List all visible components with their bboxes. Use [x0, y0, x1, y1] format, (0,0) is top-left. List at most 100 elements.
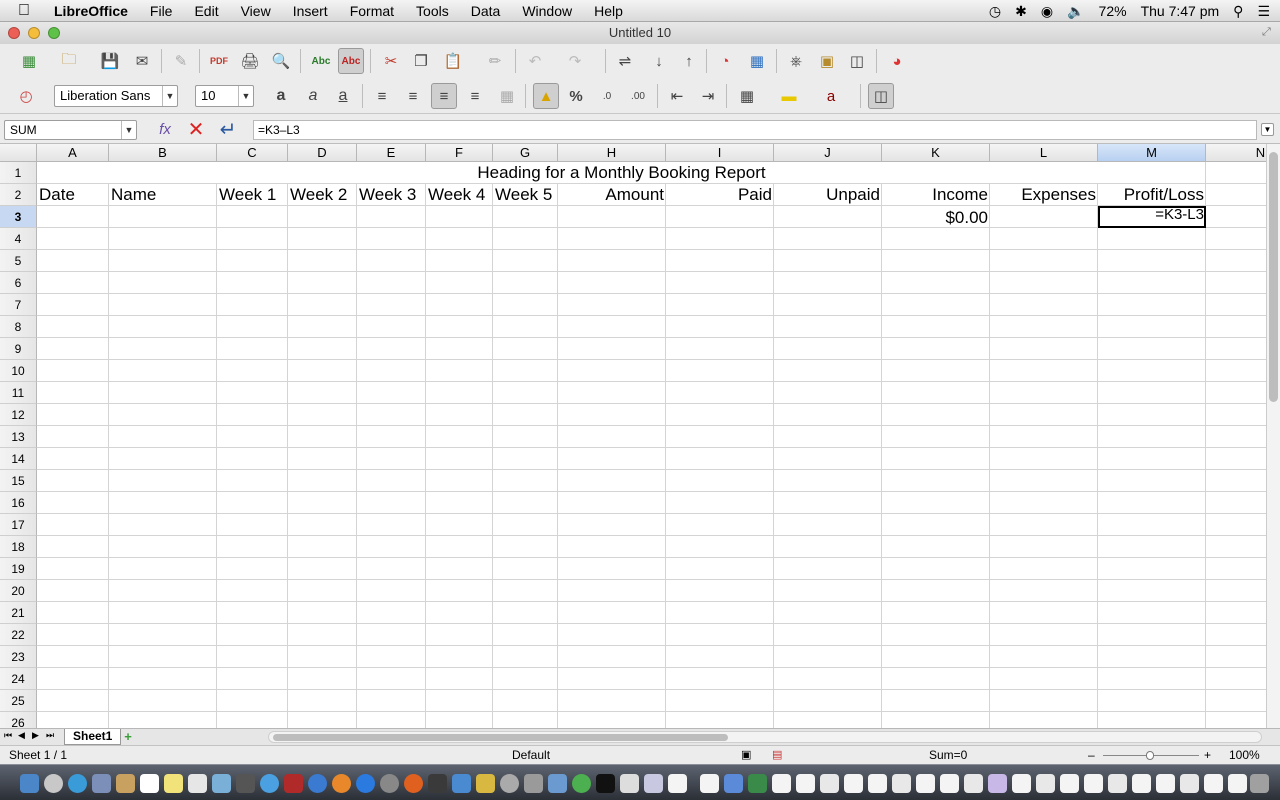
document-icon[interactable] — [892, 774, 911, 793]
export-pdf-icon[interactable]: PDF — [206, 48, 232, 74]
utility-app-icon[interactable] — [644, 774, 663, 793]
column-header-e[interactable]: E — [357, 144, 426, 162]
cell-m3-editing[interactable]: =K3-L3 — [1098, 204, 1206, 226]
document-icon[interactable] — [988, 774, 1007, 793]
row-header-9[interactable]: 9 — [0, 338, 37, 360]
vertical-scroll-thumb[interactable] — [1269, 152, 1278, 402]
safari-icon[interactable] — [68, 774, 87, 793]
chevron-down-icon[interactable]: ▼ — [121, 121, 136, 139]
row-header-10[interactable]: 10 — [0, 360, 37, 382]
row-header-4[interactable]: 4 — [0, 228, 37, 250]
pivot-table-icon[interactable]: ▦ — [744, 48, 770, 74]
cell-j2[interactable]: Unpaid — [774, 184, 882, 206]
align-left-icon[interactable]: ≡ — [369, 83, 395, 109]
document-icon[interactable] — [1036, 774, 1055, 793]
reminders-icon[interactable] — [188, 774, 207, 793]
cell-g2[interactable]: Week 5 — [493, 184, 558, 206]
firefox-icon[interactable] — [404, 774, 423, 793]
document-icon[interactable] — [820, 774, 839, 793]
row-header-2[interactable]: 2 — [0, 184, 37, 206]
zoom-in-icon[interactable]: + — [1204, 746, 1211, 764]
menu-window[interactable]: Window — [511, 0, 583, 22]
menu-edit[interactable]: Edit — [183, 0, 229, 22]
merge-cells-icon[interactable]: ▦ — [494, 83, 520, 109]
hyperlink-icon[interactable]: ⇌ — [612, 48, 638, 74]
row-header-24[interactable]: 24 — [0, 668, 37, 690]
column-header-h[interactable]: H — [558, 144, 666, 162]
borders-icon[interactable]: ▦ — [734, 83, 760, 109]
horizontal-scrollbar[interactable] — [268, 731, 1262, 743]
increase-indent-icon[interactable]: ⇥ — [695, 83, 721, 109]
cell-k3[interactable]: $0.00 — [882, 207, 990, 229]
cell-a1-merged-title[interactable]: Heading for a Monthly Booking Report — [37, 162, 1206, 184]
menu-help[interactable]: Help — [583, 0, 634, 22]
column-header-l[interactable]: L — [990, 144, 1098, 162]
bluetooth-icon[interactable]: ✱ — [1015, 3, 1027, 20]
messages-icon[interactable] — [260, 774, 279, 793]
edit-file-icon[interactable]: ✎ — [168, 48, 194, 74]
document-icon[interactable] — [796, 774, 815, 793]
column-header-j[interactable]: J — [774, 144, 882, 162]
cell-m2[interactable]: Profit/Loss — [1098, 184, 1206, 206]
row-header-26[interactable]: 26 — [0, 712, 37, 728]
redo-icon[interactable]: ↷ — [562, 48, 588, 74]
autospellcheck-icon[interactable]: Abc — [338, 48, 364, 74]
prev-sheet-icon[interactable]: ◀ — [18, 730, 25, 741]
expand-formula-bar-icon[interactable]: ▼ — [1261, 123, 1274, 136]
row-header-22[interactable]: 22 — [0, 624, 37, 646]
clone-formatting-icon[interactable]: ✏ — [482, 48, 508, 74]
row-header-1[interactable]: 1 — [0, 162, 37, 184]
row-header-23[interactable]: 23 — [0, 646, 37, 668]
underline-icon[interactable]: a — [330, 83, 356, 109]
column-header-i[interactable]: I — [666, 144, 774, 162]
remove-decimal-icon[interactable]: .00 — [625, 83, 651, 109]
utility-app-icon[interactable] — [500, 774, 519, 793]
row-header-3[interactable]: 3 — [0, 206, 37, 228]
menu-format[interactable]: Format — [339, 0, 405, 22]
paste-icon[interactable]: 📋 — [440, 48, 466, 74]
vertical-scrollbar[interactable] — [1266, 144, 1280, 728]
apple-menu-icon[interactable]:  — [18, 2, 40, 20]
chevron-down-icon[interactable]: ▼ — [238, 86, 253, 106]
cell-l2[interactable]: Expenses — [990, 184, 1098, 206]
sidebar-toggle-icon[interactable]: ◫ — [868, 83, 894, 109]
percent-format-icon[interactable]: % — [563, 83, 589, 109]
calendar-icon[interactable] — [140, 774, 159, 793]
cell-a2[interactable]: Date — [37, 184, 109, 206]
itunes-icon[interactable] — [308, 774, 327, 793]
email-icon[interactable]: ✉ — [129, 48, 155, 74]
font-color-icon[interactable]: a — [818, 83, 844, 109]
document-icon[interactable] — [1060, 774, 1079, 793]
preview-icon[interactable] — [620, 774, 639, 793]
cell-e2[interactable]: Week 3 — [357, 184, 426, 206]
cut-icon[interactable]: ✂ — [378, 48, 404, 74]
menu-tools[interactable]: Tools — [405, 0, 460, 22]
row-header-6[interactable]: 6 — [0, 272, 37, 294]
menu-file[interactable]: File — [139, 0, 184, 22]
column-header-d[interactable]: D — [288, 144, 357, 162]
document-icon[interactable] — [1084, 774, 1103, 793]
chevron-down-icon[interactable]: ▼ — [162, 86, 177, 106]
function-wizard-icon[interactable]: fx — [152, 116, 178, 142]
undo-icon[interactable]: ↶ — [522, 48, 548, 74]
save-icon[interactable]: 💾 — [97, 48, 123, 74]
photos-icon[interactable] — [284, 774, 303, 793]
page-style[interactable]: Default — [512, 746, 550, 764]
document-icon[interactable] — [868, 774, 887, 793]
row-header-21[interactable]: 21 — [0, 602, 37, 624]
italic-icon[interactable]: a — [300, 83, 326, 109]
notification-center-icon[interactable]: ☰ — [1257, 3, 1270, 20]
trash-icon[interactable] — [1250, 774, 1269, 793]
cell-k2[interactable]: Income — [882, 184, 990, 206]
document-icon[interactable] — [772, 774, 791, 793]
sort-descending-icon[interactable]: ↑ — [676, 48, 702, 74]
system-preferences-icon[interactable] — [380, 774, 399, 793]
decrease-indent-icon[interactable]: ⇤ — [664, 83, 690, 109]
battery-status[interactable]: 72% — [1099, 3, 1127, 19]
document-icon[interactable] — [1180, 774, 1199, 793]
column-header-g[interactable]: G — [493, 144, 558, 162]
accept-icon[interactable]: ↵ — [215, 116, 241, 142]
spreadsheet-grid[interactable]: ABCDEFGHIJKLMN 1 2 3 4 5 6 7 8 9 10 11 12 13 14 15 16 17… — [0, 144, 1280, 728]
row-header-8[interactable]: 8 — [0, 316, 37, 338]
notes-icon[interactable] — [164, 774, 183, 793]
